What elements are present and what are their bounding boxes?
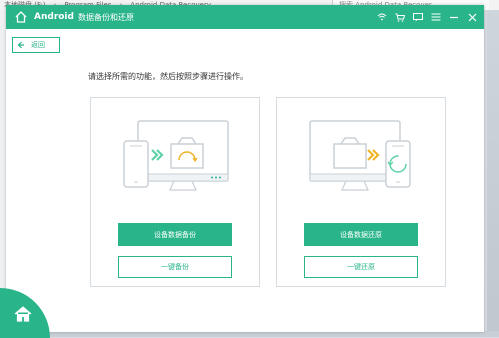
backup-panel: 设备数据备份 一键备份 (90, 97, 260, 287)
back-button[interactable]: 返回 (12, 37, 60, 53)
home-corner-button[interactable] (0, 288, 50, 338)
one-click-backup-button[interactable]: 一键备份 (118, 256, 232, 278)
menu-icon[interactable] (430, 11, 442, 23)
close-icon[interactable] (466, 11, 478, 23)
app-subtitle: 数据备份和还原 (77, 12, 134, 22)
device-backup-button[interactable]: 设备数据备份 (118, 223, 232, 246)
device-restore-button[interactable]: 设备数据还原 (304, 223, 418, 246)
minimize-icon[interactable] (448, 11, 460, 23)
back-label: 返回 (31, 41, 45, 49)
instruction-text: 请选择所需的功能，然后按照步骤进行操作。 (88, 72, 248, 81)
chat-icon[interactable] (412, 11, 424, 23)
app-window: Android 数据备份和还原 返回 请选择所需的功能，然后按照步骤进行操作。 … (0, 5, 484, 338)
phone-to-computer-backup-icon (123, 120, 229, 191)
computer-to-phone-restore-icon (309, 120, 411, 191)
app-brand: Android (34, 12, 74, 22)
wifi-icon[interactable] (376, 11, 388, 23)
back-arrow-icon (17, 41, 24, 49)
cart-icon[interactable] (394, 11, 406, 23)
restore-panel: 设备数据还原 一键还原 (276, 97, 446, 287)
title-bar: Android 数据备份和还原 (6, 5, 484, 29)
one-click-restore-button[interactable]: 一键还原 (304, 256, 418, 278)
title-bar-controls (376, 5, 478, 29)
home-icon (14, 306, 32, 322)
desktop-background (487, 10, 499, 337)
home-icon[interactable] (14, 10, 28, 24)
